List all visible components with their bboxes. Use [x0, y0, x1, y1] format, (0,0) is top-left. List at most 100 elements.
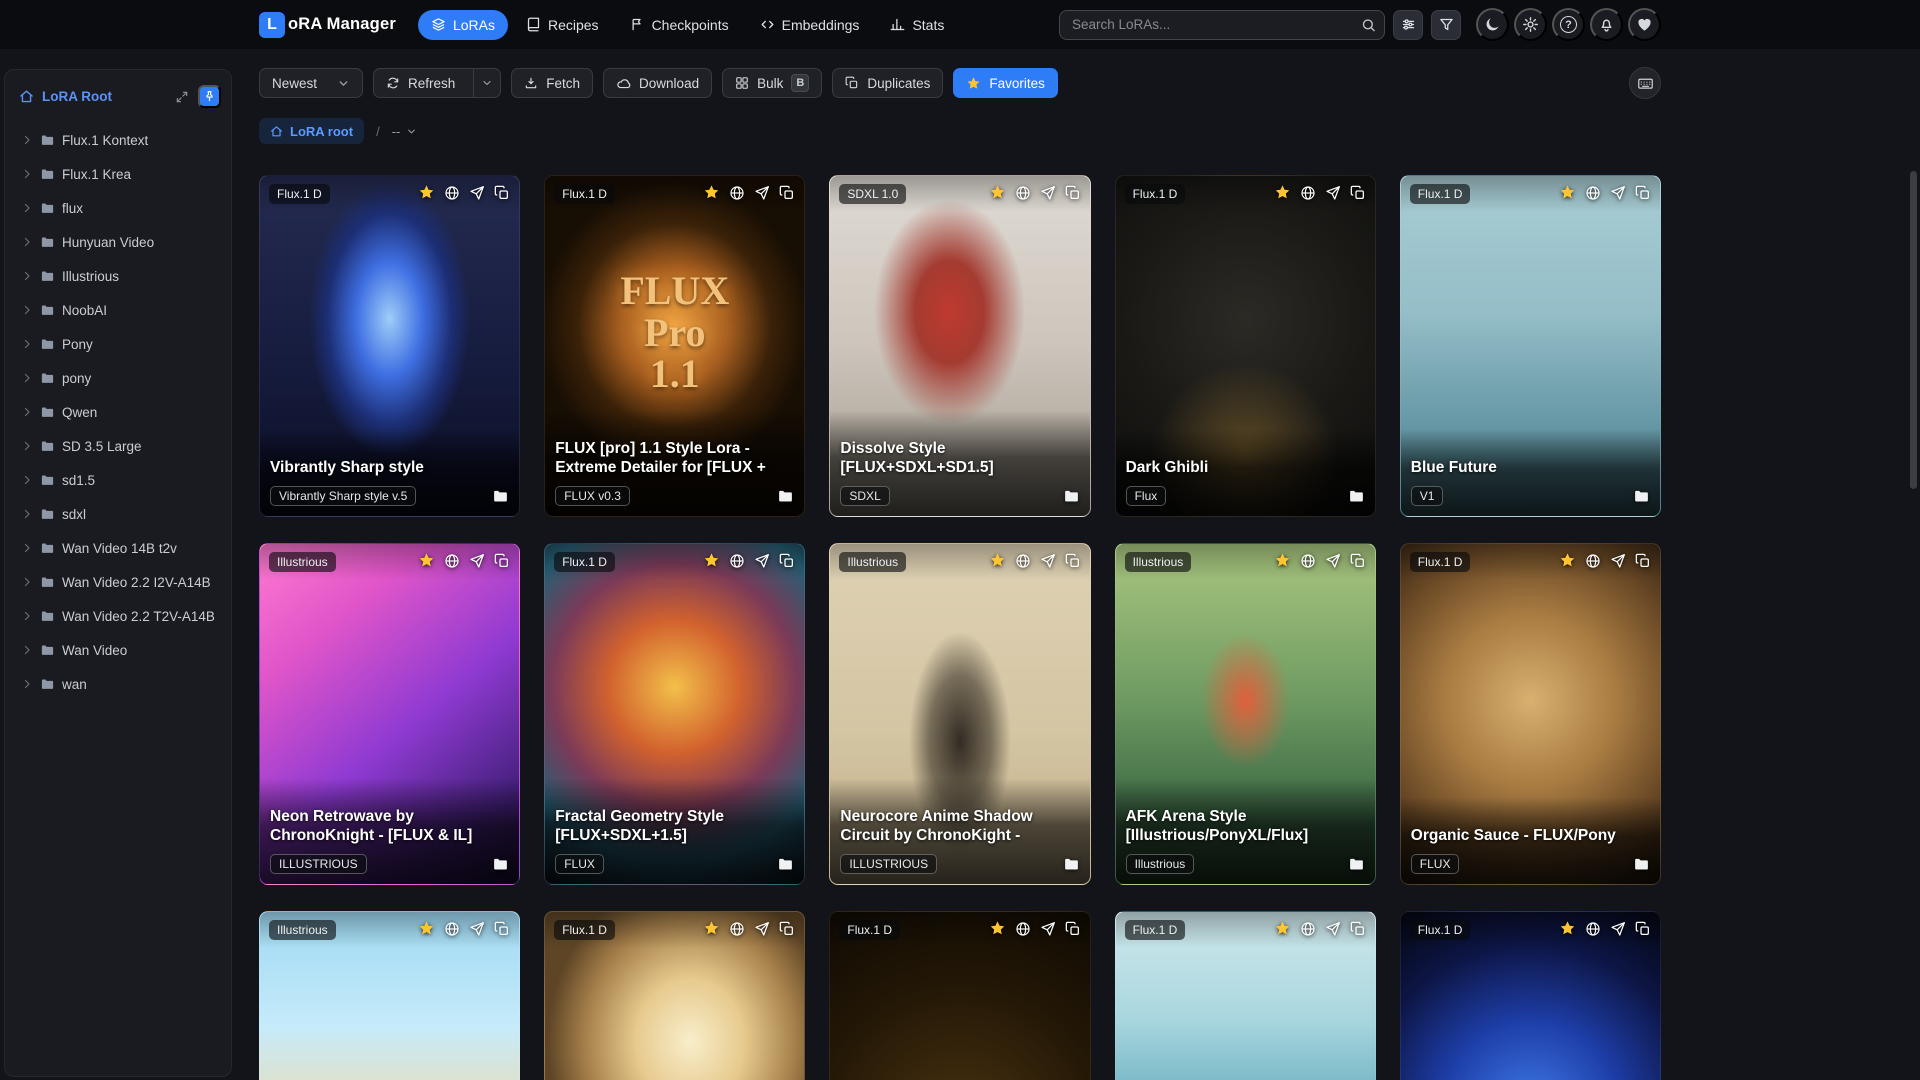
globe-icon[interactable]	[444, 185, 460, 201]
favorite-star-icon[interactable]	[703, 184, 720, 201]
lora-card[interactable]: Flux.1 D	[544, 911, 806, 1080]
sidebar-folder-noobai[interactable]: NoobAI	[5, 293, 231, 327]
sidebar-folder-illustrious[interactable]: Illustrious	[5, 259, 231, 293]
lora-card[interactable]: Illustrious Neon Retrowave by ChronoKnigh…	[259, 543, 521, 885]
globe-icon[interactable]	[444, 921, 460, 937]
globe-icon[interactable]	[1585, 553, 1601, 569]
keyboard-shortcuts-button[interactable]	[1629, 67, 1661, 99]
move-to-folder-icon[interactable]	[492, 856, 509, 873]
version-tag[interactable]: FLUX v0.3	[555, 486, 630, 506]
lora-card[interactable]: Flux.1 D Fractal Geometry Style [FLUX+SDX…	[544, 543, 806, 885]
copy-icon[interactable]	[1350, 553, 1366, 569]
send-icon[interactable]	[469, 185, 485, 201]
breadcrumb-current-dropdown[interactable]: --	[392, 124, 418, 139]
send-icon[interactable]	[754, 553, 770, 569]
download-button[interactable]: Download	[603, 68, 713, 98]
lora-card[interactable]: Flux.1 D	[1114, 911, 1376, 1080]
version-tag[interactable]: FLUX	[1410, 854, 1460, 874]
fetch-button[interactable]: Fetch	[511, 68, 594, 98]
copy-icon[interactable]	[494, 553, 510, 569]
favorite-star-icon[interactable]	[989, 184, 1006, 201]
lora-card[interactable]: Illustrious	[259, 911, 521, 1080]
copy-icon[interactable]	[1065, 921, 1081, 937]
send-icon[interactable]	[469, 921, 485, 937]
favorite-star-icon[interactable]	[703, 552, 720, 569]
favorite-star-icon[interactable]	[418, 920, 435, 937]
copy-icon[interactable]	[779, 921, 795, 937]
app-logo[interactable]: L oRA Manager	[259, 11, 396, 38]
globe-icon[interactable]	[1015, 921, 1031, 937]
sidebar-folder-flux-1-krea[interactable]: Flux.1 Krea	[5, 157, 231, 191]
send-icon[interactable]	[1040, 553, 1056, 569]
send-icon[interactable]	[1610, 185, 1626, 201]
globe-icon[interactable]	[1015, 185, 1031, 201]
globe-icon[interactable]	[1300, 553, 1316, 569]
lora-card[interactable]: Midjourney meets FLUXFlux.1 D	[829, 911, 1091, 1080]
lora-card[interactable]: Flux.1 D Vibrantly Sharp style Vibrantly S…	[259, 175, 521, 517]
move-to-folder-icon[interactable]	[492, 488, 509, 505]
refresh-button[interactable]: Refresh	[373, 68, 502, 98]
favorite-star-icon[interactable]	[989, 920, 1006, 937]
favorite-star-icon[interactable]	[1274, 920, 1291, 937]
favorite-star-icon[interactable]	[418, 552, 435, 569]
favorite-star-icon[interactable]	[703, 920, 720, 937]
sidebar-folder-wan-video-2-2-i2v-a14b[interactable]: Wan Video 2.2 I2V-A14B	[5, 565, 231, 599]
globe-icon[interactable]	[444, 553, 460, 569]
search-input[interactable]	[1059, 9, 1385, 40]
globe-icon[interactable]	[1300, 185, 1316, 201]
version-tag[interactable]: FLUX	[555, 854, 604, 874]
send-icon[interactable]	[754, 921, 770, 937]
sidebar-folder-pony[interactable]: Pony	[5, 327, 231, 361]
copy-icon[interactable]	[1350, 921, 1366, 937]
copy-icon[interactable]	[1635, 553, 1651, 569]
globe-icon[interactable]	[729, 185, 745, 201]
send-icon[interactable]	[1040, 185, 1056, 201]
sidebar-root-label[interactable]: LoRA Root	[42, 89, 112, 104]
move-to-folder-icon[interactable]	[1633, 856, 1650, 873]
nav-item-embeddings[interactable]: Embeddings	[747, 10, 873, 40]
lora-card[interactable]: Illustrious Neurocore Anime Shadow Circui…	[829, 543, 1091, 885]
copy-icon[interactable]	[1635, 185, 1651, 201]
lora-card[interactable]: Illustrious AFK Arena Style [Illustrious/…	[1114, 543, 1376, 885]
globe-icon[interactable]	[1300, 921, 1316, 937]
send-icon[interactable]	[1610, 921, 1626, 937]
sidebar-folder-qwen[interactable]: Qwen	[5, 395, 231, 429]
send-icon[interactable]	[1610, 553, 1626, 569]
notifications-button[interactable]	[1590, 8, 1623, 41]
favorites-filter-button[interactable]: Favorites	[953, 68, 1058, 98]
favorite-star-icon[interactable]	[418, 184, 435, 201]
filter-button[interactable]	[1431, 9, 1461, 40]
version-tag[interactable]: SDXL	[840, 486, 890, 506]
bulk-button[interactable]: Bulk B	[722, 68, 823, 98]
move-to-folder-icon[interactable]	[777, 856, 794, 873]
send-icon[interactable]	[469, 553, 485, 569]
send-icon[interactable]	[1325, 921, 1341, 937]
copy-icon[interactable]	[1065, 553, 1081, 569]
sidebar-folder-wan[interactable]: wan	[5, 667, 231, 701]
move-to-folder-icon[interactable]	[1063, 856, 1080, 873]
lora-card[interactable]: SDXL 1.0 Dissolve Style [FLUX+SDXL+SD1.5]…	[829, 175, 1091, 517]
move-to-folder-icon[interactable]	[1348, 488, 1365, 505]
favorite-star-icon[interactable]	[1559, 184, 1576, 201]
copy-icon[interactable]	[494, 921, 510, 937]
sort-select[interactable]: Newest	[259, 68, 363, 98]
favorite-star-icon[interactable]	[1559, 552, 1576, 569]
nav-item-recipes[interactable]: Recipes	[513, 10, 612, 40]
nav-item-checkpoints[interactable]: Checkpoints	[617, 10, 742, 40]
send-icon[interactable]	[1040, 921, 1056, 937]
move-to-folder-icon[interactable]	[1063, 488, 1080, 505]
nav-item-loras[interactable]: LoRAs	[417, 9, 508, 40]
version-tag[interactable]: ILLUSTRIOUS	[840, 854, 938, 874]
breadcrumb-root[interactable]: LoRA root	[259, 118, 365, 144]
copy-icon[interactable]	[1065, 185, 1081, 201]
settings-button[interactable]	[1514, 8, 1547, 41]
favorite-star-icon[interactable]	[989, 552, 1006, 569]
copy-icon[interactable]	[1350, 185, 1366, 201]
duplicates-button[interactable]: Duplicates	[832, 68, 944, 98]
sidebar-folder-pony[interactable]: pony	[5, 361, 231, 395]
sidebar-folder-wan-video[interactable]: Wan Video	[5, 633, 231, 667]
nav-item-stats[interactable]: Stats	[877, 10, 957, 40]
favorites-heart-button[interactable]	[1628, 8, 1661, 41]
refresh-dropdown-arrow[interactable]	[473, 69, 500, 97]
lora-card[interactable]: FLUX Pro 1.1 Flux.1 D FLUX [pro] 1.1 Style…	[544, 175, 806, 517]
